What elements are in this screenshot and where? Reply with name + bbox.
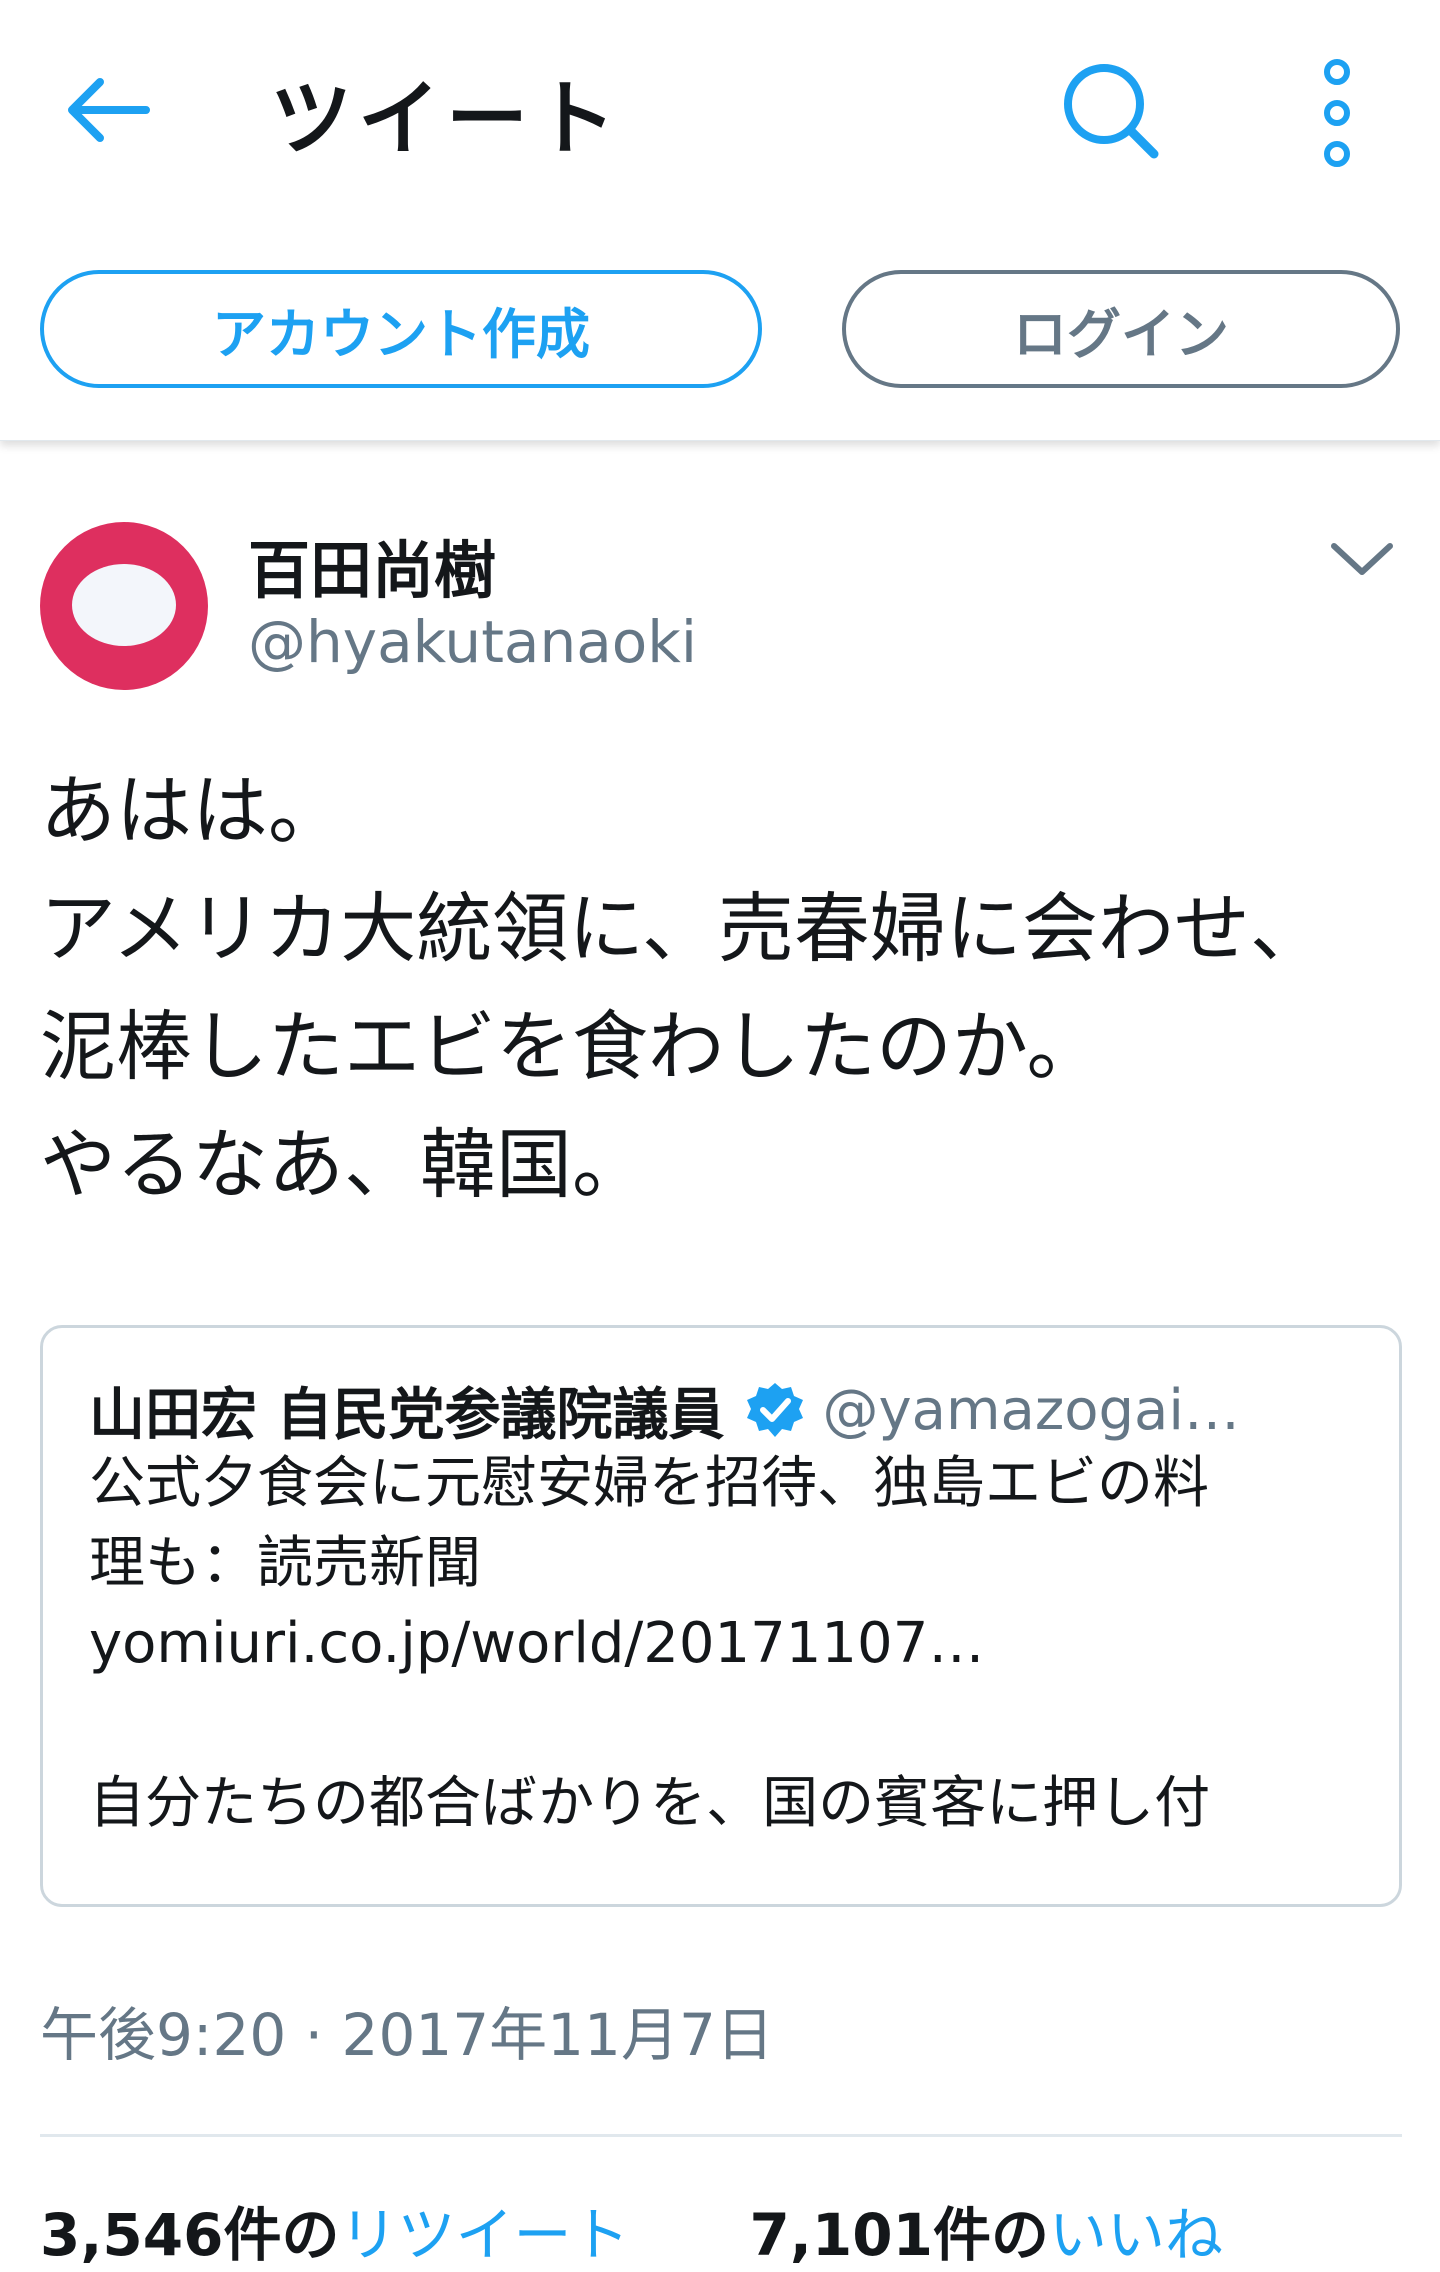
quoted-author-handle: @yamazogaik… [822,1378,1263,1443]
search-button[interactable] [1060,60,1160,160]
tweet-text-line: あはは。 [40,766,344,855]
more-options-button[interactable] [1305,58,1369,168]
quoted-text-line: 公式夕食会に元慰安婦を招待、独島エビの料 [89,1451,1209,1516]
tweet-text-line: 泥棒したエビを食わしたのか。 [40,1002,1103,1091]
login-button[interactable]: ログイン [842,270,1400,388]
tweet-timestamp: 午後9:20 · 2017年11月7日 [40,2001,774,2069]
like-count: 7,101件の [749,2201,1049,2269]
back-button[interactable] [60,70,156,150]
quoted-text-line: 理も：読売新聞 [89,1531,481,1596]
page-title: ツイート [270,72,623,167]
tweet-menu-button[interactable] [1322,530,1402,590]
verified-badge-icon [743,1379,807,1443]
likes-link[interactable]: いいね [1049,2201,1223,2269]
more-vertical-icon [1324,59,1350,167]
avatar[interactable] [40,522,208,690]
tweet-text: あはは。 アメリカ大統領に、売春婦に会わせ、 泥棒したエビを食わしたのか。 やる… [40,752,1420,1224]
quoted-text-line [89,1684,1379,1764]
search-icon [1064,64,1159,159]
retweets-link[interactable]: リツイート [339,2201,629,2269]
tweet-stats: 3,546件のリツイート 7,101件のいいね [40,2188,1223,2272]
author-handle[interactable]: @hyakutanaoki [248,608,697,676]
top-header: ツイート アカウント作成 ログイン [0,0,1440,441]
quoted-link[interactable]: yomiuri.co.jp/world/20171107… [89,1604,1379,1684]
author-display-name[interactable]: 百田尚樹 [248,520,496,610]
quoted-tweet-card[interactable]: 山田宏 自民党参議院議員 @yamazogaik… 公式夕食会に元慰安婦を招待、… [40,1325,1402,1907]
divider [40,2134,1402,2137]
quoted-text-line: 自分たちの都合ばかりを、国の賓客に押し付 [89,1771,1211,1836]
quoted-tweet-text: 公式夕食会に元慰安婦を招待、独島エビの料 理も：読売新聞 yomiuri.co.… [89,1444,1379,1884]
quoted-tweet-header: 山田宏 自民党参議院議員 @yamazogaik… [89,1370,1389,1451]
retweet-count: 3,546件の [40,2201,340,2269]
quoted-author-name: 山田宏 自民党参議院議員 [89,1383,725,1448]
signup-button[interactable]: アカウント作成 [40,270,762,388]
chevron-down-icon [1331,543,1393,575]
avatar-image [72,564,176,646]
tweet-text-line: やるなあ、韓国。 [40,1120,648,1209]
tweet-text-line: アメリカ大統領に、売春婦に会わせ、 [40,884,1326,973]
arrow-left-icon [68,78,150,142]
